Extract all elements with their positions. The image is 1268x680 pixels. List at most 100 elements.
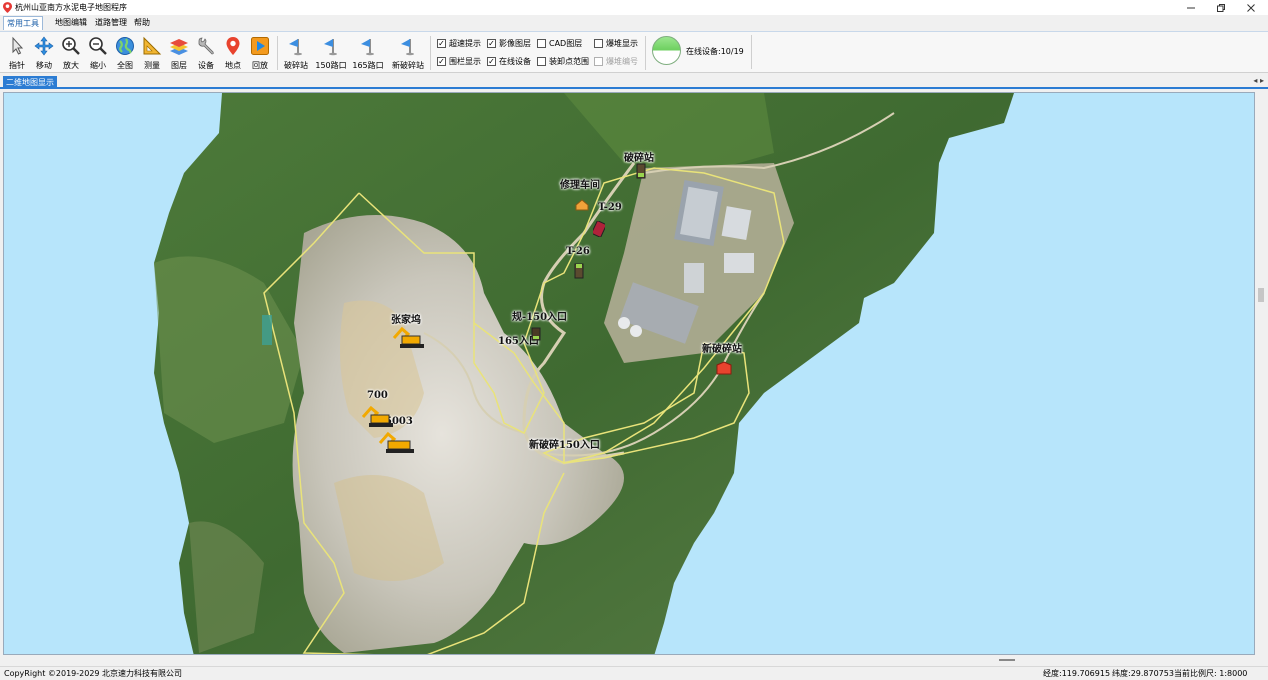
- checkbox-box: ✓: [437, 57, 446, 66]
- close-icon: [1247, 3, 1255, 12]
- map-label-gui150-entrance: 规-150入口: [512, 312, 568, 323]
- checkbox-box: [594, 39, 603, 48]
- junction-150-button[interactable]: 150路口: [315, 35, 347, 73]
- loading-point-range-checkbox[interactable]: 装卸点范围: [537, 56, 589, 68]
- imagery-layer-checkbox[interactable]: ✓ 影像图层: [487, 38, 531, 50]
- ruler-icon: [143, 36, 162, 55]
- new-crusher-station-icon[interactable]: [716, 361, 732, 375]
- layers-icon: [170, 39, 188, 55]
- flag-icon: [401, 39, 414, 56]
- map-view[interactable]: 破碎站 修理车间 T-29 T-26 规-150入口 165入口 张家坞 700…: [3, 92, 1255, 655]
- wrench-icon: [198, 37, 214, 55]
- checkbox-box: ✓: [437, 39, 446, 48]
- junction-165-button[interactable]: 165路口: [352, 35, 384, 73]
- fence-display-label: 围栏显示: [449, 57, 481, 66]
- playback-icon: [251, 37, 269, 55]
- cad-layer-label: CAD图层: [549, 39, 583, 48]
- checkbox-box: [537, 57, 546, 66]
- excavator-marker[interactable]: [392, 326, 428, 350]
- online-device-count: 在线设备:10/19: [686, 47, 744, 56]
- maximize-button[interactable]: [1206, 0, 1236, 15]
- flag-icon: [361, 39, 374, 56]
- map-label-700: 700: [367, 390, 388, 401]
- checkbox-box: ✓: [487, 39, 496, 48]
- app-location-icon: [3, 2, 12, 13]
- checkbox-box: ✓: [487, 57, 496, 66]
- menu-map-edit[interactable]: 地图编辑: [52, 16, 90, 30]
- online-devices-label: 在线设备: [499, 57, 531, 66]
- horizontal-scrollbar[interactable]: [3, 655, 1255, 665]
- menu-bar: 常用工具 地图编辑 道路管理 帮助: [0, 15, 1268, 31]
- window-title: 杭州山亚南方水泥电子地图程序: [15, 3, 127, 12]
- close-button[interactable]: [1236, 0, 1266, 15]
- fence-display-checkbox[interactable]: ✓ 围栏显示: [437, 56, 481, 68]
- toolbar-separator: [751, 35, 752, 69]
- cad-layer-checkbox[interactable]: CAD图层: [537, 38, 582, 50]
- truck-marker[interactable]: [574, 263, 584, 279]
- map-label-repair-workshop: 修理车间: [560, 180, 600, 191]
- playback-button[interactable]: 回放: [247, 35, 273, 73]
- online-device-gauge: [652, 36, 681, 65]
- excavator-marker[interactable]: [361, 405, 397, 429]
- playback-label: 回放: [252, 61, 268, 70]
- toolbar-separator: [645, 36, 646, 70]
- toolbar-separator: [430, 36, 431, 70]
- title-bar: 杭州山亚南方水泥电子地图程序: [0, 0, 1268, 15]
- imagery-layer-label: 影像图层: [499, 39, 531, 48]
- vertical-scrollbar[interactable]: [1256, 92, 1266, 655]
- globe-icon: [116, 37, 134, 55]
- excavator-marker[interactable]: [378, 431, 418, 455]
- junction-150-label: 150路口: [315, 61, 347, 70]
- junction-165-label: 165路口: [352, 61, 384, 70]
- scale-readout: 当前比例尺: 1:8000: [1174, 669, 1248, 678]
- status-bar: CopyRight ©2019-2029 北京速力科技有限公司 经度:119.7…: [0, 666, 1268, 680]
- zoom-out-icon: [89, 37, 107, 55]
- loading-point-range-label: 装卸点范围: [549, 57, 589, 66]
- map-label-new-crusher-station: 新破碎站: [702, 344, 742, 355]
- zoom-in-icon: [62, 37, 80, 55]
- latitude-readout: 纬度:29.870753: [1112, 669, 1174, 678]
- flag-icon: [324, 39, 337, 56]
- location-pin-icon: [226, 37, 240, 55]
- menu-road-management[interactable]: 道路管理: [92, 16, 130, 30]
- speeding-alert-label: 超速提示: [449, 39, 481, 48]
- crusher-station-button[interactable]: 破碎站: [283, 35, 309, 73]
- blast-pile-display-checkbox[interactable]: 爆堆显示: [594, 38, 638, 50]
- crusher-station-label: 破碎站: [284, 61, 308, 70]
- menu-common-tools[interactable]: 常用工具: [3, 16, 43, 30]
- new-crusher-station-button[interactable]: 新破碎站: [392, 35, 424, 73]
- truck-marker[interactable]: [593, 221, 605, 237]
- map-label-new-crusher-150-entrance: 新破碎150入口: [529, 440, 600, 451]
- map-label-crusher-station: 破碎站: [624, 153, 654, 164]
- toolbar: 指针 移动 放大 缩小 全图 测量 图层 设备 地点 回放 破碎站 150路口 …: [0, 31, 1268, 73]
- minimize-icon: [1187, 7, 1195, 8]
- map-label-t29: T-29: [598, 202, 622, 213]
- vertical-scroll-thumb[interactable]: [1258, 288, 1264, 302]
- blast-pile-number-checkbox: 爆堆编号: [594, 56, 638, 68]
- tab-scroll-arrows[interactable]: ◂ ▸: [1253, 76, 1264, 85]
- truck-marker[interactable]: [636, 163, 646, 179]
- tab-2d-map[interactable]: 二维地图显示: [3, 76, 57, 89]
- online-devices-checkbox[interactable]: ✓ 在线设备: [487, 56, 531, 68]
- truck-marker[interactable]: [531, 327, 541, 341]
- menu-help[interactable]: 帮助: [131, 16, 153, 30]
- flag-icon: [289, 39, 302, 56]
- map-label-zhangjiawu: 张家坞: [391, 315, 421, 326]
- speeding-alert-checkbox[interactable]: ✓ 超速提示: [437, 38, 481, 50]
- copyright-text: CopyRight ©2019-2029 北京速力科技有限公司: [4, 669, 183, 678]
- map-canvas: [154, 93, 1014, 654]
- blast-pile-number-label: 爆堆编号: [606, 57, 638, 66]
- minimize-button[interactable]: [1176, 0, 1206, 15]
- restore-icon: [1217, 3, 1225, 12]
- tab-bar: 二维地图显示 ◂ ▸: [0, 74, 1268, 89]
- checkbox-box: [594, 57, 603, 66]
- blast-pile-display-label: 爆堆显示: [606, 39, 638, 48]
- workshop-house-icon[interactable]: [575, 199, 589, 211]
- longitude-readout: 经度:119.706915: [1043, 669, 1111, 678]
- map-label-t26: T-26: [566, 246, 590, 257]
- move-icon: [34, 36, 54, 56]
- checkbox-box: [537, 39, 546, 48]
- horizontal-scroll-thumb[interactable]: [999, 659, 1015, 661]
- new-crusher-station-label: 新破碎站: [392, 61, 424, 70]
- pointer-icon: [12, 36, 24, 55]
